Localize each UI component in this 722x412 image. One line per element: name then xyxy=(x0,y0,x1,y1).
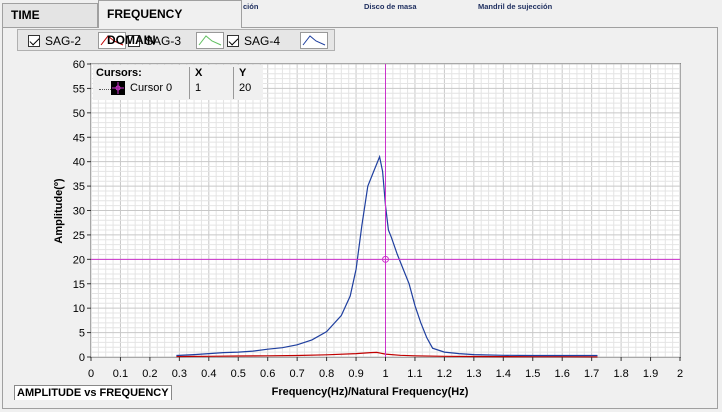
x-tick-label: 0.7 xyxy=(290,368,305,380)
y-tick-label: 25 xyxy=(73,230,85,242)
y-tick-label: 20 xyxy=(73,254,85,266)
x-tick-label: 0.6 xyxy=(260,368,275,380)
y-tick-label: 5 xyxy=(79,328,85,340)
x-tick-label: 1.2 xyxy=(437,368,452,380)
x-tick-label: 0.4 xyxy=(201,368,216,380)
cursor-y-value[interactable]: 20 xyxy=(239,82,251,94)
x-tick-label: 0.8 xyxy=(319,368,334,380)
y-tick-label: 15 xyxy=(73,279,85,291)
x-tick-label: 0 xyxy=(88,368,94,380)
cursor-panel: Cursors: X Y Cursor 0 1 20 xyxy=(93,65,263,100)
tab-frequency-domain[interactable]: FREQUENCY DOMAIN xyxy=(98,0,242,47)
x-tick-label: 1 xyxy=(382,368,388,380)
y-tick-label: 35 xyxy=(73,181,85,193)
column-divider xyxy=(189,67,190,99)
y-tick-label: 45 xyxy=(73,132,85,144)
tree-connector xyxy=(99,89,111,90)
graph-caption: AMPLITUDE vs FREQUENCY xyxy=(14,385,172,400)
y-tick-label: 40 xyxy=(73,157,85,169)
x-tick-label: 0.5 xyxy=(231,368,246,380)
x-tick-label: 2 xyxy=(677,368,683,380)
x-tick-label: 1.4 xyxy=(496,368,511,380)
x-tick-label: 0.2 xyxy=(142,368,157,380)
cursor-style-icon[interactable] xyxy=(111,81,125,95)
x-tick-label: 1.5 xyxy=(525,368,540,380)
x-tick-label: 0.1 xyxy=(113,368,128,380)
y-tick-label: 30 xyxy=(73,206,85,218)
y-tick-label: 10 xyxy=(73,303,85,315)
cursor-x-value[interactable]: 1 xyxy=(195,82,201,94)
y-tick-label: 55 xyxy=(73,83,85,95)
x-tick-label: 1.1 xyxy=(407,368,422,380)
cursor-x-header: X xyxy=(195,67,203,79)
y-tick-label: 0 xyxy=(79,352,85,364)
amplitude-frequency-chart: 0 0.1 0.2 0.3 0.4 0.5 0.6 0.7 0.8 0.9 1 1.1 1.2 1.3 1.… xyxy=(73,59,683,380)
x-tick-label: 0.3 xyxy=(172,368,187,380)
cursor-header: Cursors: xyxy=(96,67,142,79)
x-tick-label: 0.9 xyxy=(348,368,363,380)
y-tick-label: 60 xyxy=(73,59,85,71)
x-tick-label: 1.7 xyxy=(584,368,599,380)
cursor-name[interactable]: Cursor 0 xyxy=(130,82,172,94)
y-tick-label: 50 xyxy=(73,108,85,120)
column-divider xyxy=(233,67,234,99)
y-axis-label: Amplitude(º) xyxy=(53,178,65,244)
cursor-y-header: Y xyxy=(239,67,247,79)
x-tick-label: 1.8 xyxy=(613,368,628,380)
x-tick-label: 1.9 xyxy=(643,368,658,380)
x-tick-label: 1.3 xyxy=(466,368,481,380)
x-tick-label: 1.6 xyxy=(555,368,570,380)
x-axis-label: Frequency(Hz)/Natural Frequency(Hz) xyxy=(271,386,469,398)
series-line-sag-2 xyxy=(176,351,598,358)
